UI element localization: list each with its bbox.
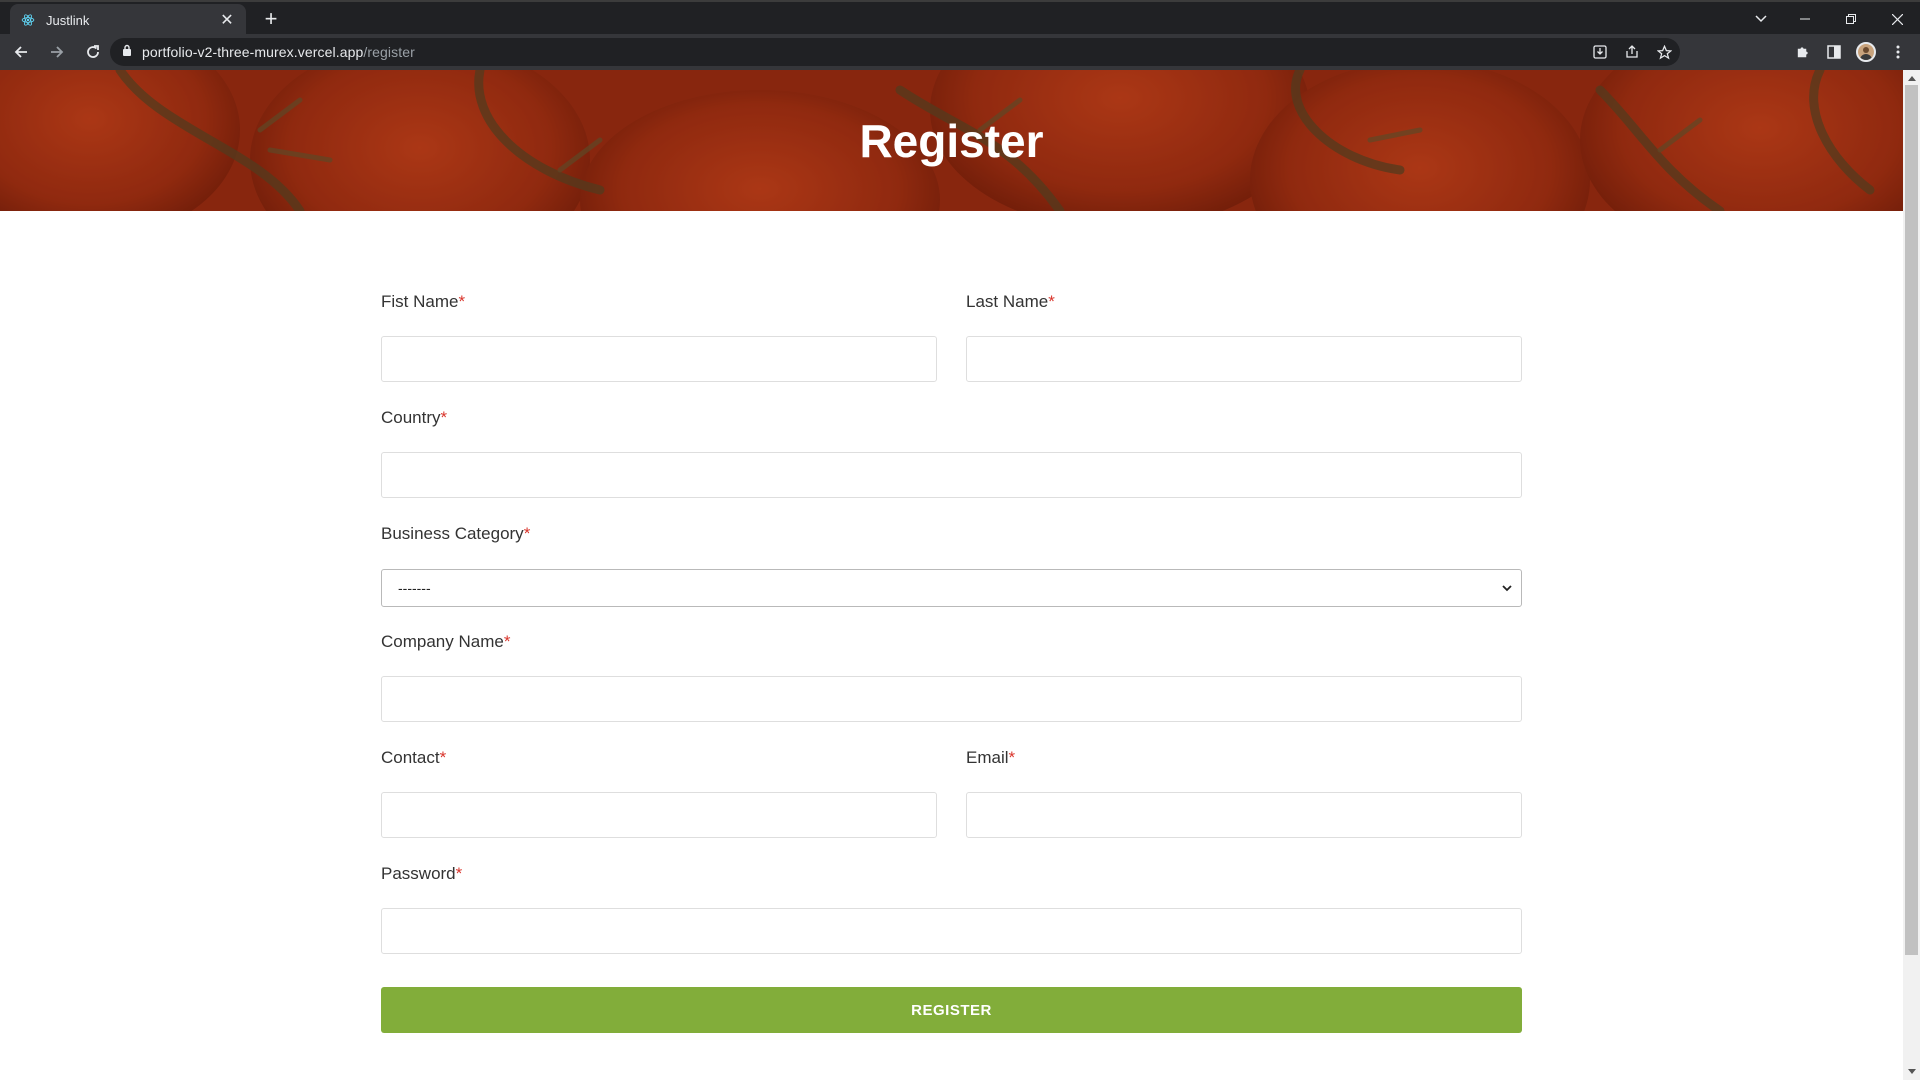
register-button[interactable]: REGISTER (381, 987, 1522, 1033)
country-input[interactable] (381, 452, 1522, 498)
tab-search-icon[interactable] (1746, 6, 1776, 32)
page-title: Register (859, 115, 1044, 167)
password-label: Password* (381, 864, 463, 883)
minimize-icon[interactable] (1782, 4, 1828, 34)
business-category-label: Business Category* (381, 524, 531, 543)
browser-tab[interactable]: Justlink ✕ (10, 4, 246, 36)
sidepanel-icon[interactable] (1818, 37, 1850, 67)
lock-icon[interactable] (122, 43, 132, 61)
tab-title: Justlink (46, 12, 90, 28)
install-icon[interactable] (1584, 38, 1616, 66)
first-name-input[interactable] (381, 336, 937, 382)
country-label: Country* (381, 408, 448, 427)
star-icon[interactable] (1648, 38, 1680, 66)
forward-icon[interactable] (42, 37, 72, 67)
scroll-up-icon[interactable] (1906, 73, 1917, 83)
react-favicon-icon (20, 12, 36, 28)
email-label: Email* (966, 748, 1016, 767)
close-icon[interactable]: ✕ (218, 10, 236, 30)
business-category-value: ------- (398, 580, 431, 596)
scroll-down-icon[interactable] (1906, 1066, 1917, 1076)
share-icon[interactable] (1616, 38, 1648, 66)
reload-icon[interactable] (78, 37, 108, 67)
back-icon[interactable] (6, 37, 36, 67)
avatar (1856, 42, 1876, 62)
restore-icon[interactable] (1828, 4, 1874, 34)
password-input[interactable] (381, 908, 1522, 954)
company-name-input[interactable] (381, 676, 1522, 722)
address-bar[interactable]: portfolio-v2-three-murex.vercel.app/regi… (110, 38, 1680, 66)
business-category-select[interactable]: ------- (381, 569, 1522, 607)
scrollbar-thumb[interactable] (1905, 85, 1918, 955)
menu-icon[interactable] (1882, 37, 1914, 67)
window-close-icon[interactable] (1874, 4, 1920, 34)
last-name-label: Last Name* (966, 292, 1055, 311)
chevron-down-icon (1501, 581, 1513, 597)
plus-icon[interactable]: + (258, 7, 284, 33)
browser-toolbar: portfolio-v2-three-murex.vercel.app/regi… (0, 34, 1920, 70)
extensions-icon[interactable] (1786, 37, 1818, 67)
page-content: Register Fist Name* Last Name* Country* … (0, 70, 1903, 1080)
company-name-label: Company Name* (381, 632, 511, 651)
tab-strip: Justlink ✕ + (0, 0, 1920, 36)
hero-banner: Register (0, 70, 1903, 211)
first-name-label: Fist Name* (381, 292, 466, 311)
contact-input[interactable] (381, 792, 937, 838)
profile-button[interactable] (1850, 37, 1882, 67)
last-name-input[interactable] (966, 336, 1522, 382)
url-text: portfolio-v2-three-murex.vercel.app/regi… (142, 44, 415, 60)
email-input[interactable] (966, 792, 1522, 838)
contact-label: Contact* (381, 748, 447, 767)
